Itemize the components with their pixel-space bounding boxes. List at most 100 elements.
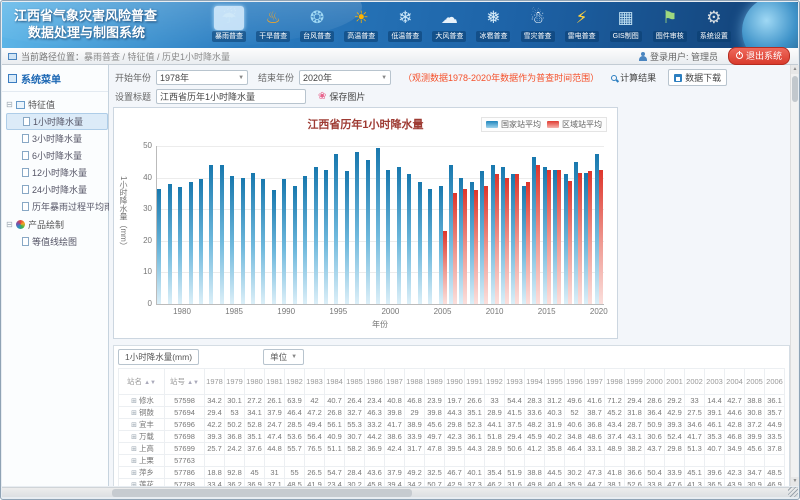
- column-header-station-name[interactable]: 站名 ▲▼: [119, 369, 165, 395]
- value-cell: 26.8: [325, 407, 345, 419]
- vertical-scrollbar[interactable]: ▲ ▼: [790, 65, 798, 486]
- nav-item-high-temp[interactable]: ☀高温普查: [339, 6, 383, 48]
- bar-national: [157, 189, 161, 304]
- scroll-up-arrow[interactable]: ▲: [791, 65, 799, 74]
- table-row[interactable]: ⊞铜鼓5769429.45334.137.946.447.226.832.746…: [119, 407, 785, 419]
- chart-title-input[interactable]: [156, 89, 306, 104]
- tree-item-等值线绘图[interactable]: 等值线绘图: [6, 233, 108, 250]
- sidebar-title: 系统菜单: [21, 71, 61, 86]
- expand-icon[interactable]: ⊞: [131, 482, 137, 486]
- nav-item-lightning[interactable]: ⚡雷电普查: [560, 6, 604, 48]
- expand-icon[interactable]: ⊞: [131, 458, 137, 465]
- app-title-line1: 江西省气象灾害风险普查: [14, 7, 157, 24]
- station-name-cell[interactable]: ⊞上栗: [119, 455, 165, 467]
- value-type-button[interactable]: 1小时降水量(mm): [118, 349, 199, 365]
- expand-icon[interactable]: ⊞: [131, 434, 137, 441]
- station-name-cell[interactable]: ⊞铜鼓: [119, 407, 165, 419]
- value-cell: 39.8: [385, 407, 405, 419]
- station-name-cell[interactable]: ⊞萍乡: [119, 467, 165, 479]
- value-cell: 37.1: [265, 479, 285, 487]
- tree-item-6小时降水量[interactable]: 6小时降水量: [6, 147, 108, 164]
- bar-national: [230, 176, 234, 304]
- download-button[interactable]: 数据下载: [668, 69, 727, 86]
- table-row[interactable]: ⊞宜丰5769642.250.252.824.728.549.456.155.3…: [119, 419, 785, 431]
- station-name-cell[interactable]: ⊞上高: [119, 443, 165, 455]
- value-cell: 31.8: [625, 407, 645, 419]
- value-cell: 40.7: [705, 443, 725, 455]
- table-row[interactable]: ⊞上高5769925.724.237.644.855.776.551.158.2…: [119, 443, 785, 455]
- expand-icon[interactable]: ⊞: [131, 470, 137, 477]
- save-image-button[interactable]: ❀ 保存图片: [318, 90, 365, 103]
- nav-item-settings[interactable]: ⚙系统设置: [692, 6, 736, 48]
- rainstorm-icon: ☔: [214, 6, 244, 30]
- horizontal-scrollbar[interactable]: [2, 487, 798, 497]
- expander-icon[interactable]: ⊟: [6, 220, 15, 229]
- nav-item-drought[interactable]: ♨干旱普查: [251, 6, 295, 48]
- value-cell: 55: [285, 467, 305, 479]
- unit-dropdown[interactable]: 单位 ▼: [263, 349, 304, 365]
- nav-item-rainstorm[interactable]: ☔暴雨普查: [207, 6, 251, 48]
- value-cell: 45.6: [745, 443, 765, 455]
- nav-item-snow[interactable]: ☃雪灾普查: [516, 6, 560, 48]
- bar-national: [386, 170, 390, 304]
- value-cell: 40.8: [385, 395, 405, 407]
- bar-national: [220, 165, 224, 304]
- start-year-select[interactable]: 1978年▼: [156, 70, 248, 85]
- column-header-year: 1990: [445, 369, 465, 395]
- tree-item-历年暴雨过程平均雨量[interactable]: 历年暴雨过程平均雨量: [6, 198, 108, 215]
- station-name-cell[interactable]: ⊞宜丰: [119, 419, 165, 431]
- map-review-icon: ⚑: [655, 6, 685, 30]
- table-row[interactable]: ⊞万载5769839.336.835.147.453.656.440.930.7…: [119, 431, 785, 443]
- nav-item-hail[interactable]: ❅冰雹普查: [471, 6, 515, 48]
- value-cell: 52.4: [665, 431, 685, 443]
- tree-node-特征值[interactable]: ⊟特征值: [6, 96, 108, 113]
- station-name-cell[interactable]: ⊞莲花: [119, 479, 165, 487]
- value-cell: 41.7: [685, 431, 705, 443]
- value-cell: 44.7: [585, 479, 605, 487]
- table-row[interactable]: ⊞莲花5778833.436.236.937.148.541.923.430.2…: [119, 479, 785, 487]
- vertical-scroll-thumb[interactable]: [792, 76, 798, 102]
- window-resize-grip[interactable]: [788, 487, 798, 497]
- station-id-cell: 57699: [165, 443, 205, 455]
- tree-item-1小时降水量[interactable]: 1小时降水量: [6, 113, 108, 130]
- sort-arrows-icon[interactable]: ▲▼: [187, 380, 199, 386]
- tree-item-24小时降水量[interactable]: 24小时降水量: [6, 181, 108, 198]
- tree-item-3小时降水量[interactable]: 3小时降水量: [6, 130, 108, 147]
- end-year-select[interactable]: 2020年▼: [299, 70, 391, 85]
- expander-icon[interactable]: ⊟: [6, 100, 15, 109]
- bar-regional: [536, 165, 540, 304]
- column-header-station-id[interactable]: 站号 ▲▼: [165, 369, 205, 395]
- tree-group: ⊟产品绘制等值线绘图: [6, 216, 108, 250]
- nav-item-map-review[interactable]: ⚑图件审核: [648, 6, 692, 48]
- logout-button[interactable]: 退出系统: [728, 47, 790, 65]
- nav-item-gale[interactable]: ☁大风普查: [427, 6, 471, 48]
- calculate-button[interactable]: 计算结果: [611, 71, 656, 84]
- value-cell: [685, 455, 705, 467]
- horizontal-scroll-thumb[interactable]: [112, 489, 412, 497]
- expand-icon[interactable]: ⊞: [131, 398, 137, 405]
- tree-item-12小时降水量[interactable]: 12小时降水量: [6, 164, 108, 181]
- zoning-map-icon: ▦: [611, 6, 641, 30]
- sort-arrows-icon[interactable]: ▲▼: [144, 380, 156, 386]
- end-year-value: 2020年: [303, 71, 332, 84]
- station-name-cell[interactable]: ⊞修水: [119, 395, 165, 407]
- lightning-icon: ⚡: [567, 6, 597, 30]
- table-row[interactable]: ⊞萍乡5778618.892.845315526.554.728.443.637…: [119, 467, 785, 479]
- nav-item-typhoon[interactable]: ❂台风普查: [295, 6, 339, 48]
- expand-icon[interactable]: ⊞: [131, 410, 137, 417]
- value-cell: 29.4: [505, 431, 525, 443]
- table-row[interactable]: ⊞修水5759834.230.127.226.163.94240.726.423…: [119, 395, 785, 407]
- table-row[interactable]: ⊞上栗57763: [119, 455, 785, 467]
- tree-node-产品绘制[interactable]: ⊟产品绘制: [6, 216, 108, 233]
- station-name-cell[interactable]: ⊞万载: [119, 431, 165, 443]
- nav-item-label: 系统设置: [697, 31, 731, 42]
- value-cell: 46.4: [285, 407, 305, 419]
- value-cell: 35.7: [765, 407, 785, 419]
- station-name: 上栗: [139, 456, 154, 465]
- column-header-year: 2003: [705, 369, 725, 395]
- expand-icon[interactable]: ⊞: [131, 422, 137, 429]
- scroll-down-arrow[interactable]: ▼: [791, 477, 799, 486]
- nav-item-low-temp[interactable]: ❄低温普查: [383, 6, 427, 48]
- nav-item-zoning-map[interactable]: ▦GIS制图: [604, 6, 648, 48]
- expand-icon[interactable]: ⊞: [131, 446, 137, 453]
